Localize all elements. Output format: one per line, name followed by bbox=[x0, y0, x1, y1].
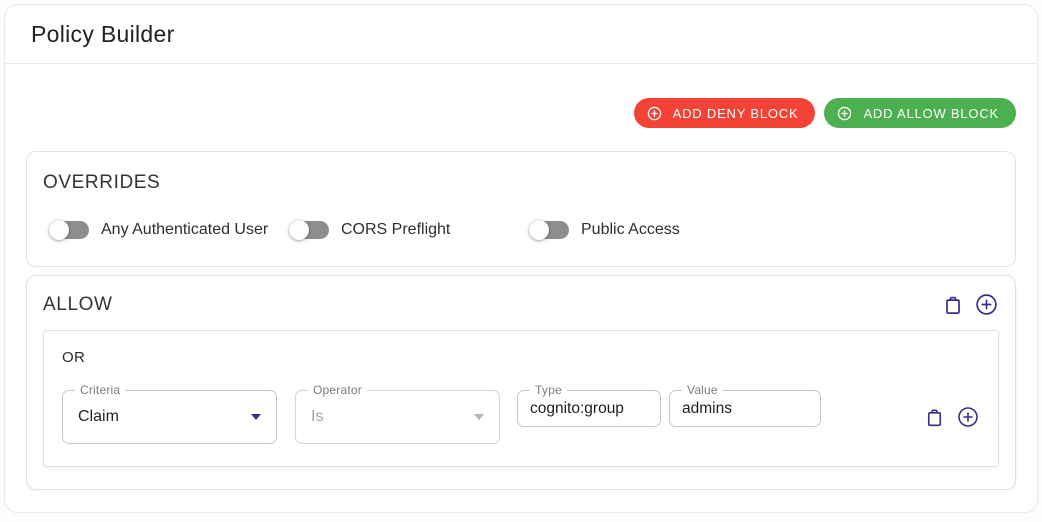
toggle-any-authenticated-user: Any Authenticated User bbox=[49, 220, 289, 240]
policy-builder-page: Policy Builder ADD DENY BLOCK ADD ALLOW … bbox=[4, 4, 1038, 513]
criteria-select[interactable]: Criteria Claim bbox=[62, 383, 277, 444]
caret-down-icon bbox=[474, 414, 484, 420]
type-field: Type bbox=[517, 383, 661, 427]
value-input[interactable] bbox=[682, 399, 808, 418]
page-header: Policy Builder bbox=[5, 5, 1037, 64]
delete-block-trash-icon[interactable] bbox=[941, 293, 965, 317]
public-access-switch[interactable] bbox=[529, 220, 569, 240]
criteria-field-label: Criteria bbox=[75, 383, 126, 397]
add-allow-block-label: ADD ALLOW BLOCK bbox=[863, 105, 999, 121]
caret-down-icon bbox=[251, 414, 261, 420]
toggle-public-access: Public Access bbox=[529, 220, 769, 240]
allow-block-header: ALLOW bbox=[43, 292, 999, 317]
add-deny-block-label: ADD DENY BLOCK bbox=[672, 105, 799, 121]
page-content: ADD DENY BLOCK ADD ALLOW BLOCK OVERRIDES bbox=[5, 64, 1037, 490]
switch-thumb bbox=[529, 220, 549, 240]
allow-block-actions bbox=[941, 292, 999, 317]
overrides-heading: OVERRIDES bbox=[43, 172, 161, 193]
value-field-label: Value bbox=[682, 383, 723, 397]
page-title: Policy Builder bbox=[31, 20, 175, 47]
rule-row-actions bbox=[923, 390, 980, 444]
rule-row: Criteria Claim Operator Is Type cognito:… bbox=[62, 383, 980, 444]
plus-circle-icon bbox=[646, 105, 663, 122]
delete-rule-trash-icon[interactable] bbox=[923, 406, 946, 429]
type-input[interactable] bbox=[530, 399, 648, 418]
overrides-section: OVERRIDES Any Authenticated User CORS Pr… bbox=[26, 151, 1016, 267]
add-allow-block-button[interactable]: ADD ALLOW BLOCK bbox=[824, 98, 1016, 128]
add-rule-plus-icon[interactable] bbox=[956, 405, 980, 429]
plus-circle-icon bbox=[836, 105, 853, 122]
add-rule-group-plus-icon[interactable] bbox=[974, 292, 999, 317]
toggle-label: CORS Preflight bbox=[341, 221, 451, 238]
criteria-selected-value: Claim bbox=[78, 408, 119, 425]
any-authenticated-user-switch[interactable] bbox=[49, 220, 89, 240]
value-field: Value bbox=[669, 383, 821, 427]
operator-field-label: Operator bbox=[308, 383, 367, 397]
rule-group: OR Criteria Claim Operator Is Type cogni… bbox=[43, 330, 999, 467]
group-operator-label: OR bbox=[62, 349, 86, 366]
cors-preflight-switch[interactable] bbox=[289, 220, 329, 240]
toggle-label: Public Access bbox=[581, 221, 680, 238]
operator-selected-value: Is bbox=[311, 408, 324, 425]
type-field-label: Type bbox=[530, 383, 567, 397]
switch-thumb bbox=[49, 220, 69, 240]
operator-select[interactable]: Operator Is bbox=[295, 383, 500, 444]
overrides-toggles-row: Any Authenticated User CORS Preflight Pu… bbox=[43, 220, 999, 240]
add-deny-block-button[interactable]: ADD DENY BLOCK bbox=[633, 98, 816, 128]
allow-heading: ALLOW bbox=[43, 293, 113, 315]
toggle-label: Any Authenticated User bbox=[101, 221, 269, 238]
toggle-cors-preflight: CORS Preflight bbox=[289, 220, 529, 240]
switch-thumb bbox=[289, 220, 309, 240]
allow-block-section: ALLOW OR Criteria Claim Operator Is Type… bbox=[26, 275, 1016, 490]
block-actions-row: ADD DENY BLOCK ADD ALLOW BLOCK bbox=[26, 98, 1016, 128]
